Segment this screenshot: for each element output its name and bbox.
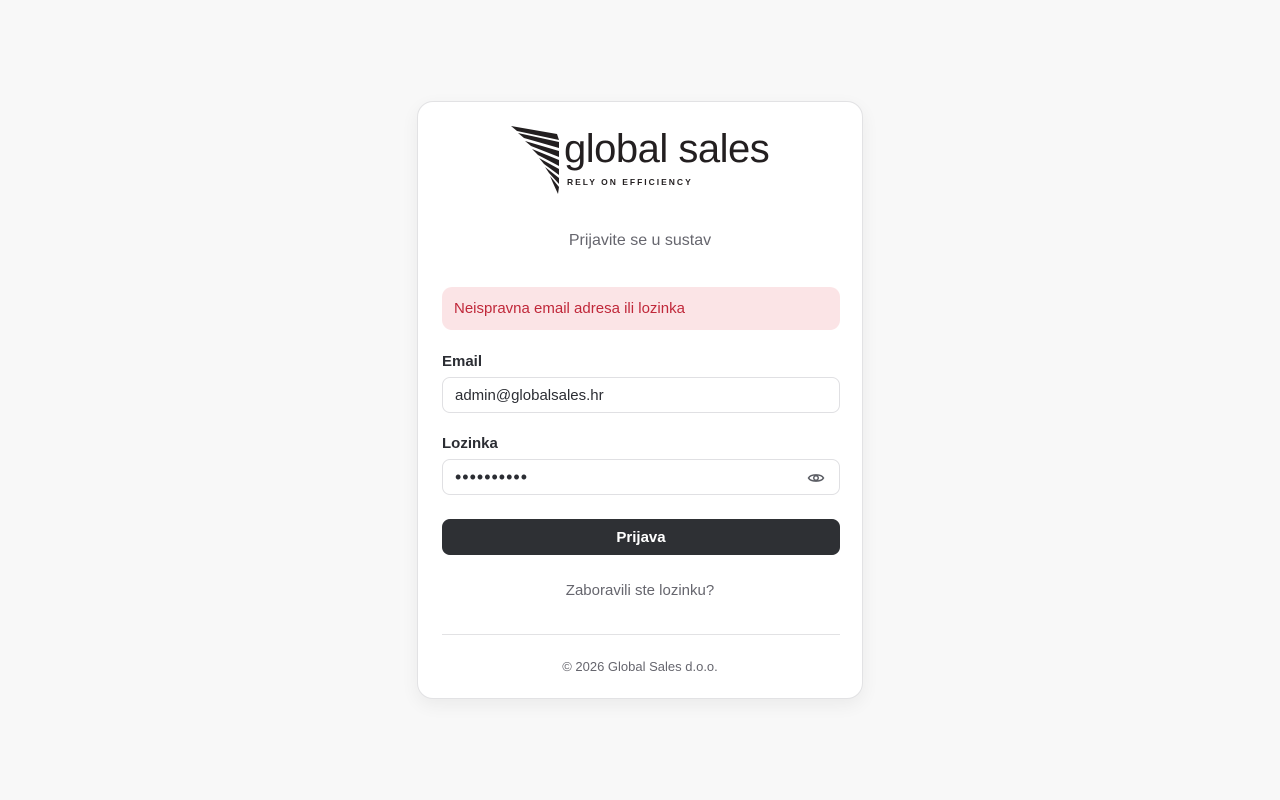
login-button[interactable]: Prijava [442,519,840,555]
login-card: global sales RELY ON EFFICIENCY Prijavit… [417,101,863,699]
footer-copyright: © 2026 Global Sales d.o.o. [562,659,718,674]
company-logo: global sales RELY ON EFFICIENCY [511,124,773,199]
email-label: Email [442,353,483,370]
email-field-wrapper [442,377,840,413]
logo-tagline: RELY ON EFFICIENCY [567,177,693,187]
wing-logo-icon [511,126,559,194]
password-label: Lozinka [442,435,498,452]
logo-wordmark: global sales [564,127,770,171]
email-input[interactable] [443,378,839,412]
error-alert: Neispravna email adresa ili lozinka [442,287,840,330]
password-input[interactable] [443,460,839,494]
password-field-wrapper [442,459,840,495]
forgot-password-link[interactable]: Zaboravili ste lozinku? [418,582,862,599]
divider [442,634,840,635]
login-subtitle: Prijavite se u sustav [568,232,712,249]
eye-icon[interactable] [807,469,825,487]
